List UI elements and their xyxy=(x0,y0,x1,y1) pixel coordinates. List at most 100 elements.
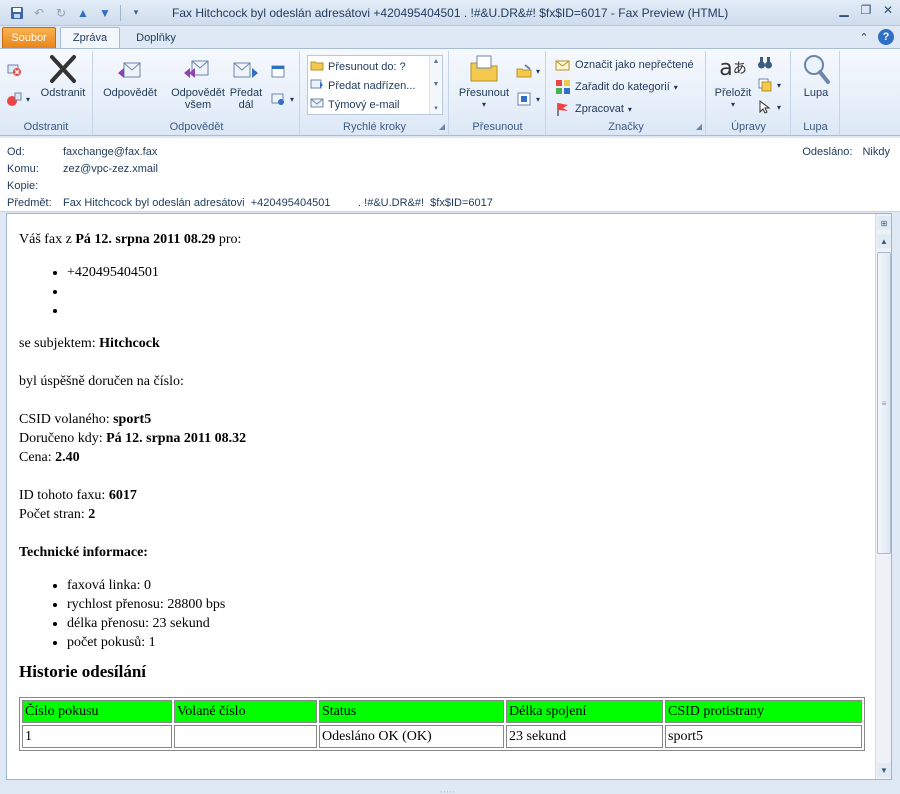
fax-id-line: ID tohoto faxu: 6017 xyxy=(19,486,863,505)
tab-message[interactable]: Zpráva xyxy=(60,27,120,48)
quick-step-move[interactable]: Přesunout do: ? xyxy=(310,57,406,76)
scrollbar-thumb[interactable]: ≡ xyxy=(877,252,891,554)
dialog-launcher-icon[interactable]: ◢ xyxy=(696,122,702,131)
delivered-label: Doručeno kdy: xyxy=(19,431,107,446)
group-label-edit: Úpravy xyxy=(731,121,766,133)
rules-button[interactable]: ▾ xyxy=(516,63,540,79)
sent-label: Odesláno: xyxy=(802,146,853,158)
pages-label: Počet stran: xyxy=(19,507,89,522)
find-button[interactable] xyxy=(757,55,773,71)
reply-button[interactable]: Odpovědět xyxy=(100,53,160,99)
ribbon: ▾ Odstranit Odstranit Odpovědět Odpovědě… xyxy=(0,48,900,136)
list-item xyxy=(67,301,863,320)
help-icon[interactable]: ? xyxy=(878,29,894,45)
arrow-up-icon[interactable]: ▲ xyxy=(74,4,92,22)
quick-step-forward-manager[interactable]: Předat nadřízen... xyxy=(310,76,415,95)
followup-button[interactable]: Zpracovat ▾ xyxy=(555,101,632,117)
vertical-scrollbar[interactable]: ⊞ ▲ ≡ ▼ xyxy=(875,214,891,779)
scroll-down-icon[interactable]: ▼ xyxy=(877,763,891,777)
table-cell xyxy=(174,725,317,748)
forward-mail-icon xyxy=(310,77,324,94)
from-value[interactable]: faxchange@fax.fax xyxy=(63,146,157,158)
toolbar-separator xyxy=(120,4,121,21)
intro-prefix: Váš fax z xyxy=(19,232,76,247)
meeting-reply-button[interactable] xyxy=(270,63,286,79)
price-label: Cena: xyxy=(19,450,56,465)
redo-icon[interactable]: ↻ xyxy=(52,4,70,22)
close-icon[interactable]: ✕ xyxy=(880,2,896,18)
title-bar: ↶ ↻ ▲ ▼ ▾ Fax Hitchcock byl odeslán adre… xyxy=(0,0,900,26)
sent-value: Nikdy xyxy=(862,146,890,158)
ribbon-tabs: Soubor Zpráva Doplňky ⌃ ? xyxy=(0,26,900,48)
select-button[interactable]: ▾ xyxy=(757,99,781,115)
cleanup-button[interactable]: ▾ xyxy=(6,91,30,107)
split-view-icon[interactable]: ⊞ xyxy=(877,216,891,230)
from-row: Od: faxchange@fax.fax xyxy=(7,146,157,158)
delete-label: Odstranit xyxy=(40,87,86,99)
forward-icon xyxy=(230,53,262,85)
csid-line: CSID volaného: sport5 xyxy=(19,410,863,429)
fax-id-label: ID tohoto faxu: xyxy=(19,488,109,503)
minimize-icon[interactable]: ▁ xyxy=(836,2,852,18)
ignore-button[interactable] xyxy=(6,61,22,77)
categories-icon xyxy=(555,79,571,95)
related-button[interactable]: ▾ xyxy=(757,77,781,93)
tab-addins[interactable]: Doplňky xyxy=(124,27,188,48)
forward-button[interactable]: Předat dál xyxy=(226,53,266,111)
related-icon xyxy=(757,77,773,93)
mark-unread-button[interactable]: Označit jako nepřečtené xyxy=(555,57,694,73)
more-respond-button[interactable]: ▾ xyxy=(270,91,294,107)
expand-icon[interactable]: ▾ xyxy=(434,104,438,112)
subject-prefix: se subjektem: xyxy=(19,336,100,351)
delivered-at-line: Doručeno kdy: Pá 12. srpna 2011 08.32 xyxy=(19,429,863,448)
column-header: Status xyxy=(319,700,504,723)
to-value[interactable]: zez@vpc-zez.xmail xyxy=(63,163,158,175)
delete-button[interactable]: Odstranit xyxy=(36,53,90,99)
intro-suffix: pro: xyxy=(215,232,242,247)
move-label: Přesunout xyxy=(458,87,510,99)
actions-icon xyxy=(516,91,532,107)
categorize-button[interactable]: Zařadit do kategorií ▾ xyxy=(555,79,678,95)
subject-name: Hitchcock xyxy=(99,336,160,351)
actions-button[interactable]: ▾ xyxy=(516,91,540,107)
list-item: délka přenosu: 23 sekund xyxy=(67,614,863,633)
to-row: Komu: zez@vpc-zez.xmail xyxy=(7,163,158,175)
scroll-up-icon[interactable]: ▲ xyxy=(433,58,440,65)
dialog-launcher-icon[interactable]: ◢ xyxy=(439,122,445,131)
tab-file[interactable]: Soubor xyxy=(2,27,56,48)
save-icon[interactable] xyxy=(8,4,26,22)
group-move: Přesunout ▾ ▾ ▾ Přesunout xyxy=(450,51,546,135)
collapse-ribbon-icon[interactable]: ⌃ xyxy=(856,29,872,45)
quick-step-label: Týmový e-mail xyxy=(328,98,400,111)
group-zoom: Lupa Lupa xyxy=(792,51,840,135)
envelope-icon xyxy=(555,57,571,73)
customize-toolbar-icon[interactable]: ▾ xyxy=(127,4,145,22)
price-value: 2.40 xyxy=(55,450,80,465)
recipient-list: +420495404501 xyxy=(19,263,863,320)
more-respond-icon xyxy=(270,91,286,107)
quick-step-team-email[interactable]: Týmový e-mail xyxy=(310,95,400,114)
message-body: Váš fax z Pá 12. srpna 2011 08.29 pro: +… xyxy=(7,214,875,779)
cleanup-icon xyxy=(6,91,22,107)
reply-all-button[interactable]: Odpovědět všem xyxy=(166,53,230,111)
pages-value: 2 xyxy=(88,507,96,522)
mark-unread-label: Označit jako nepřečtené xyxy=(575,59,694,71)
zoom-button[interactable]: Lupa xyxy=(794,53,838,99)
dropdown-arrow-icon: ▾ xyxy=(26,94,31,104)
translate-button[interactable]: aあ Přeložit ▾ xyxy=(711,53,755,111)
forward-label-1: Předat xyxy=(229,87,263,99)
maximize-icon[interactable]: ❐ xyxy=(858,2,874,18)
flag-icon xyxy=(555,101,571,117)
quick-steps-scroll[interactable]: ▲ ▼ ▾ xyxy=(429,56,442,114)
quick-steps-gallery: Přesunout do: ? Předat nadřízen... Týmov… xyxy=(307,55,443,115)
resize-grip-icon[interactable]: ∙∙∙∙∙ xyxy=(440,787,456,794)
undo-icon[interactable]: ↶ xyxy=(30,4,48,22)
scroll-down-icon[interactable]: ▼ xyxy=(433,81,440,88)
scroll-up-icon[interactable]: ▲ xyxy=(877,234,891,248)
list-item: počet pokusů: 1 xyxy=(67,633,863,652)
reply-all-label-2: všem xyxy=(184,99,212,111)
arrow-down-icon[interactable]: ▼ xyxy=(96,4,114,22)
move-button[interactable]: Přesunout ▾ xyxy=(454,53,514,111)
column-header: Číslo pokusu xyxy=(22,700,172,723)
folder-arrow-icon xyxy=(310,58,324,75)
